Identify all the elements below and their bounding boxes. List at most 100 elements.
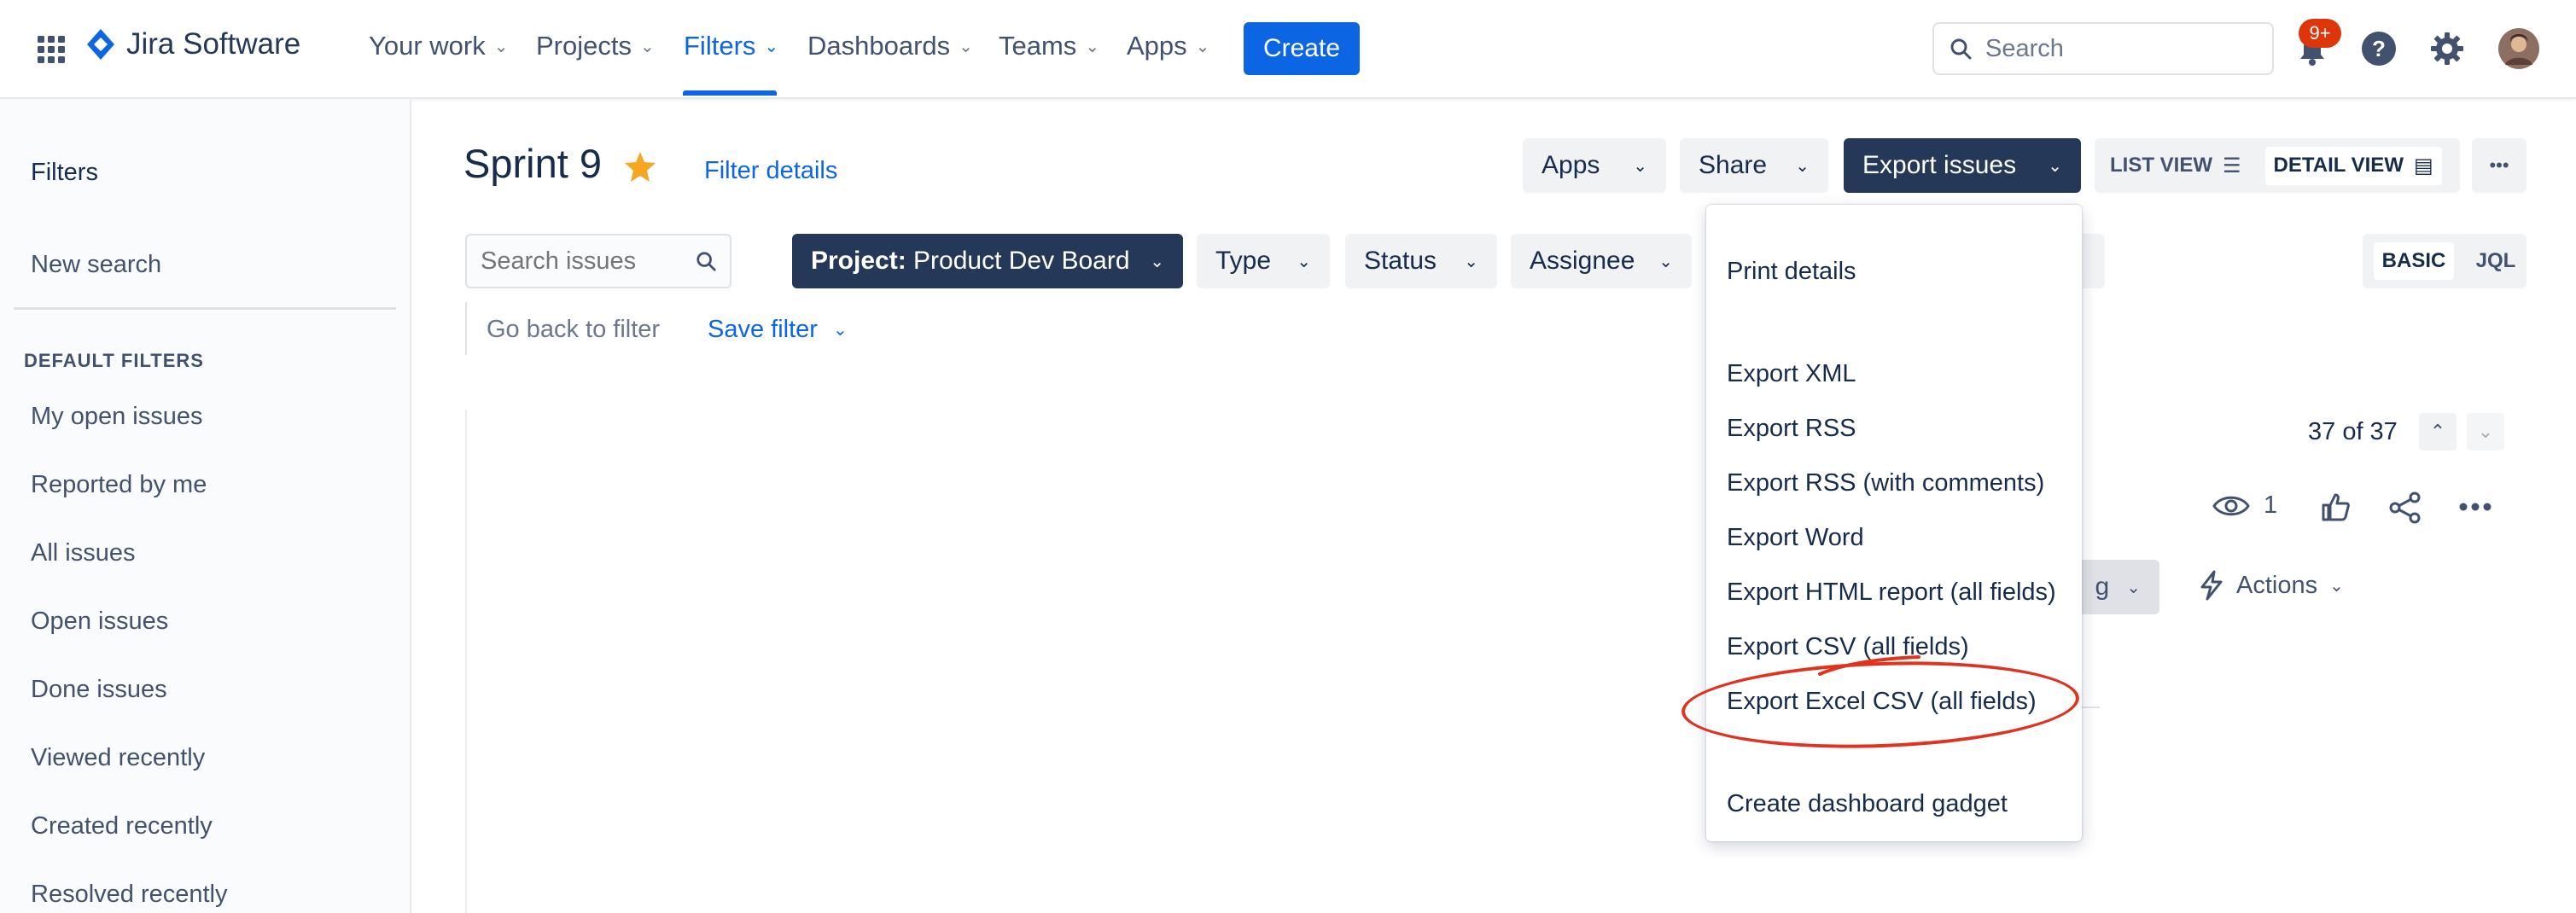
assignee-filter-label: Assignee xyxy=(1530,247,1635,275)
share-icon[interactable] xyxy=(2388,491,2422,524)
results-panel-border xyxy=(465,410,467,913)
type-filter[interactable]: Type ⌄ xyxy=(1197,234,1330,288)
sidebar-item-open-issues[interactable]: Open issues xyxy=(31,608,168,636)
thumbs-up-icon[interactable] xyxy=(2320,491,2351,522)
share-button-label: Share xyxy=(1699,151,1768,179)
chevron-down-icon: ⌄ xyxy=(1795,156,1810,176)
more-filters-button[interactable] xyxy=(2083,234,2105,288)
highlight-annotation-stroke xyxy=(1818,655,1920,676)
chevron-down-icon: ⌄ xyxy=(1297,252,1311,271)
chevron-down-icon: ⌄ xyxy=(2126,578,2141,597)
chevron-down-icon: ⌄ xyxy=(832,321,848,340)
chevron-down-icon: ⌄ xyxy=(959,37,973,56)
search-icon xyxy=(696,252,716,271)
nav-projects[interactable]: Projects ⌄ xyxy=(536,31,655,61)
project-filter-value: Product Dev Board xyxy=(913,247,1130,275)
menu-item-export-xml[interactable]: Export XML xyxy=(1727,360,1856,388)
help-icon[interactable]: ? xyxy=(2361,31,2397,67)
menu-item-export-rss-comments[interactable]: Export RSS (with comments) xyxy=(1727,469,2044,497)
sidebar-section-header: DEFAULT FILTERS xyxy=(24,350,204,371)
detail-view-label: DETAIL VIEW xyxy=(2273,154,2404,177)
chevron-down-icon: ⌄ xyxy=(2329,576,2344,596)
sidebar-title: Filters xyxy=(31,159,98,186)
share-button[interactable]: Share ⌄ xyxy=(1680,138,1828,193)
sidebar-item-resolved-recently[interactable]: Resolved recently xyxy=(31,881,228,909)
issue-counter: 37 of 37 xyxy=(2308,418,2398,445)
issue-search-input[interactable] xyxy=(479,246,696,276)
list-view-button[interactable]: LIST VIEW ☰ xyxy=(2110,154,2241,178)
detail-view-icon: ▤ xyxy=(2413,154,2433,177)
chevron-down-icon: ⌄ xyxy=(2477,421,2494,442)
jql-mode-button[interactable]: JQL xyxy=(2476,249,2516,273)
sidebar-item-done-issues[interactable]: Done issues xyxy=(31,676,167,704)
export-issues-button[interactable]: Export issues ⌄ xyxy=(1844,138,2081,193)
sidebar-item-viewed-recently[interactable]: Viewed recently xyxy=(31,744,205,772)
nav-dashboards[interactable]: Dashboards ⌄ xyxy=(807,31,973,61)
go-back-to-filter-link[interactable]: Go back to filter xyxy=(487,316,660,344)
nav-label: Teams xyxy=(999,31,1077,61)
nav-label: Apps xyxy=(1127,31,1187,61)
view-toggle: LIST VIEW ☰ DETAIL VIEW ▤ xyxy=(2095,138,2460,193)
chevron-down-icon: ⌄ xyxy=(1195,37,1210,56)
assignee-filter[interactable]: Assignee ⌄ xyxy=(1511,234,1692,288)
watcher-count: 1 xyxy=(2264,491,2278,519)
nav-your-work[interactable]: Your work ⌄ xyxy=(369,31,508,61)
sidebar-item-my-open-issues[interactable]: My open issues xyxy=(31,403,203,431)
menu-item-export-word[interactable]: Export Word xyxy=(1727,524,1864,552)
search-mode-toggle: BASIC JQL xyxy=(2363,234,2526,288)
settings-gear-icon[interactable] xyxy=(2429,31,2465,67)
jira-logo[interactable]: Jira Software xyxy=(85,27,300,61)
save-filter-button[interactable]: Save filter ⌄ xyxy=(708,316,848,344)
actions-button[interactable]: Actions ⌄ xyxy=(2199,570,2344,601)
lightning-icon xyxy=(2200,570,2223,601)
nav-label: Your work xyxy=(369,31,486,61)
filter-details-link[interactable]: Filter details xyxy=(704,157,837,185)
issue-search-box[interactable] xyxy=(465,234,731,288)
search-icon xyxy=(1950,38,1972,60)
list-view-label: LIST VIEW xyxy=(2110,154,2212,177)
menu-item-create-dashboard-gadget[interactable]: Create dashboard gadget xyxy=(1727,790,2008,818)
status-filter-label: Status xyxy=(1364,247,1437,275)
sidebar-item-all-issues[interactable]: All issues xyxy=(31,539,136,567)
chevron-down-icon: ⌄ xyxy=(1633,156,1647,176)
chevron-down-icon: ⌄ xyxy=(1150,252,1164,271)
menu-item-export-html-report[interactable]: Export HTML report (all fields) xyxy=(1727,579,2056,607)
project-filter-prefix: Project: xyxy=(811,247,906,275)
status-filter[interactable]: Status ⌄ xyxy=(1345,234,1497,288)
chevron-down-icon: ⌄ xyxy=(764,37,779,56)
menu-item-export-rss[interactable]: Export RSS xyxy=(1727,415,1856,443)
more-icon[interactable] xyxy=(2458,502,2492,512)
nav-apps[interactable]: Apps ⌄ xyxy=(1127,31,1209,61)
global-search-input[interactable] xyxy=(1984,33,2243,64)
status-transition-label: g xyxy=(2095,573,2110,601)
sidebar-item-reported-by-me[interactable]: Reported by me xyxy=(31,471,207,499)
project-filter[interactable]: Project: Product Dev Board ⌄ xyxy=(792,234,1183,288)
user-avatar[interactable] xyxy=(2497,27,2540,70)
menu-item-print-details[interactable]: Print details xyxy=(1727,258,1856,286)
sidebar-item-new-search[interactable]: New search xyxy=(31,251,161,279)
list-icon: ☰ xyxy=(2223,154,2241,177)
previous-issue-button[interactable]: ⌃ xyxy=(2419,413,2457,451)
basic-mode-button[interactable]: BASIC xyxy=(2373,242,2455,280)
nav-teams[interactable]: Teams ⌄ xyxy=(999,31,1099,61)
eye-icon xyxy=(2212,496,2250,515)
apps-button[interactable]: Apps ⌄ xyxy=(1523,138,1666,193)
nav-filters[interactable]: Filters ⌄ xyxy=(684,31,778,61)
save-filter-label: Save filter xyxy=(708,316,818,343)
more-actions-button[interactable]: ••• xyxy=(2472,138,2526,193)
type-filter-label: Type xyxy=(1215,247,1272,275)
menu-item-export-excel-csv[interactable]: Export Excel CSV (all fields) xyxy=(1727,688,2037,716)
next-issue-button[interactable]: ⌄ xyxy=(2467,413,2504,451)
global-search[interactable] xyxy=(1932,22,2274,75)
create-button[interactable]: Create xyxy=(1244,22,1360,75)
detail-view-button[interactable]: DETAIL VIEW ▤ xyxy=(2264,146,2442,185)
chevron-down-icon: ⌄ xyxy=(639,37,655,56)
app-switcher-icon[interactable] xyxy=(36,34,67,65)
chevron-up-icon: ⌃ xyxy=(2429,421,2446,442)
nav-label: Filters xyxy=(684,31,756,61)
filters-sidebar: Filters New search DEFAULT FILTERS My op… xyxy=(0,99,411,913)
sidebar-item-created-recently[interactable]: Created recently xyxy=(31,812,213,840)
top-navigation-bar: Jira Software Your work ⌄ Projects ⌄ Filte… xyxy=(0,0,2576,99)
star-icon[interactable] xyxy=(623,150,657,183)
watch-button[interactable]: 1 xyxy=(2212,491,2277,520)
